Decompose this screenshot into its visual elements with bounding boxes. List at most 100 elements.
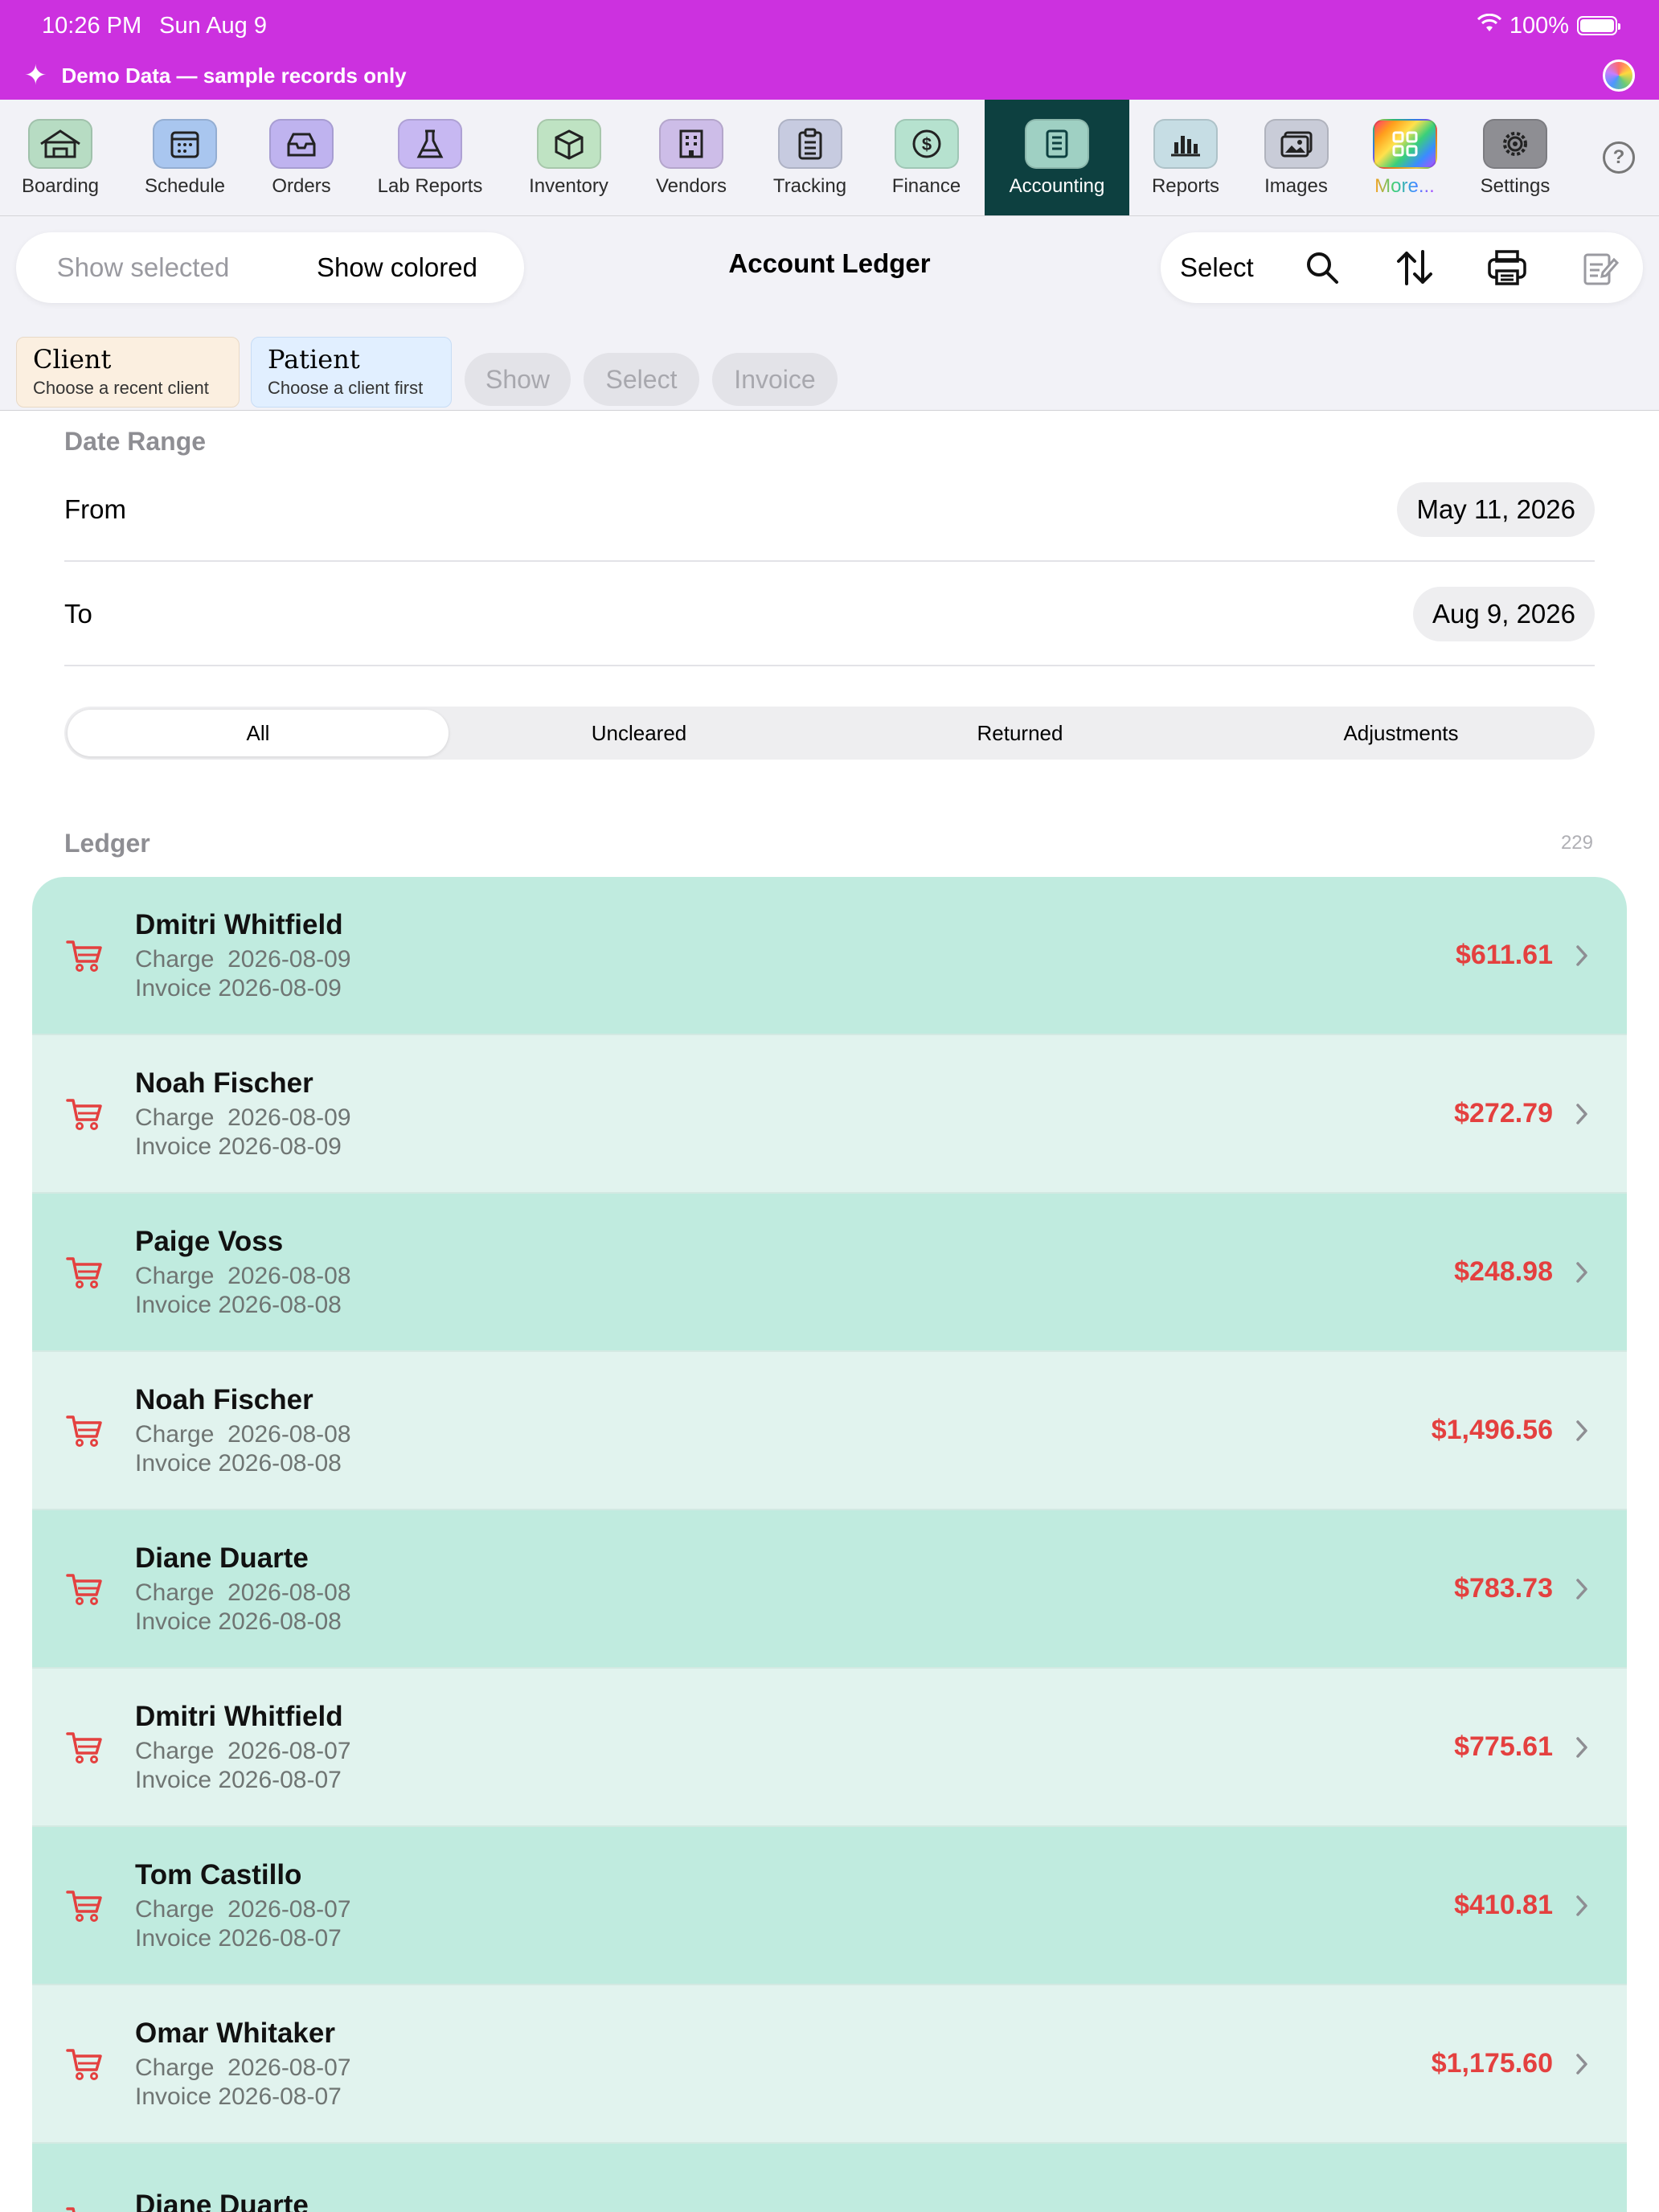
ledger-amount: $611.61 xyxy=(1455,940,1553,970)
tab-label: Settings xyxy=(1480,175,1550,197)
profile-orb-icon[interactable] xyxy=(1603,59,1635,92)
search-icon[interactable] xyxy=(1299,244,1346,292)
ledger-amount: $248.98 xyxy=(1454,1256,1553,1287)
from-row: From May 11, 2026 xyxy=(64,459,1595,562)
tab-lab-reports[interactable]: Lab Reports xyxy=(354,100,506,215)
tab-images[interactable]: Images xyxy=(1242,100,1350,215)
to-date-picker[interactable]: Aug 9, 2026 xyxy=(1413,587,1595,641)
tab-vendors[interactable]: Vendors xyxy=(631,100,752,215)
date-range-label: Date Range xyxy=(64,427,207,456)
show-selected-toggle[interactable]: Show selected xyxy=(16,252,270,283)
status-bar: 10:26 PM Sun Aug 9 100% xyxy=(0,0,1659,51)
ledger-client-name: Omar Whitaker xyxy=(135,2017,335,2049)
tab-schedule[interactable]: Schedule xyxy=(121,100,249,215)
ledger-client-name: Tom Castillo xyxy=(135,1858,302,1890)
select-client-button[interactable]: Select xyxy=(584,353,699,406)
cart-icon xyxy=(64,2202,104,2212)
ledger-row[interactable]: Dmitri Whitfield Charge 2026-08-09 Invoice… xyxy=(32,877,1627,1035)
show-colored-toggle[interactable]: Show colored xyxy=(270,252,524,283)
ledger-charge-line: Charge 2026-08-07 xyxy=(135,2054,351,2082)
tab-label: Finance xyxy=(891,175,961,197)
filter-returned[interactable]: Returned xyxy=(830,710,1210,756)
chevron-right-icon xyxy=(1574,1892,1593,1919)
ledger-date: 2026-08-08 xyxy=(227,1262,351,1289)
tab-reports[interactable]: Reports xyxy=(1129,100,1242,215)
ledger-row[interactable]: Tom Castillo Charge 2026-08-07 Invoice 202… xyxy=(32,1827,1627,1985)
gear-icon xyxy=(1483,119,1547,169)
tab-accounting[interactable]: Accounting xyxy=(985,100,1129,215)
ledger-date: 2026-08-08 xyxy=(227,1579,351,1606)
ledger-row[interactable]: Diane Duarte Charge 2026-08-08 Invoice 202… xyxy=(32,1510,1627,1669)
tab-label: More... xyxy=(1374,175,1435,197)
client-picker[interactable]: Client Choose a recent client xyxy=(16,337,240,408)
ledger-icon xyxy=(1025,119,1089,169)
cart-icon xyxy=(64,2044,104,2084)
from-label: From xyxy=(64,494,126,524)
ledger-charge-line: Charge 2026-08-08 xyxy=(135,1421,351,1448)
ledger-charge-line: Charge 2026-08-09 xyxy=(135,946,351,973)
ledger-filter: All Uncleared Returned Adjustments xyxy=(64,707,1595,760)
ledger-row[interactable]: Omar Whitaker Charge 2026-08-07 Invoice 20… xyxy=(32,1985,1627,2144)
ledger-date: 2026-08-09 xyxy=(227,1104,351,1131)
tab-label: Images xyxy=(1264,175,1328,197)
cart-icon xyxy=(64,1411,104,1451)
from-date-picker[interactable]: May 11, 2026 xyxy=(1397,482,1595,537)
ledger-invoice: Invoice 2026-08-08 xyxy=(135,1291,342,1318)
calendar-icon xyxy=(153,119,217,169)
filter-all[interactable]: All xyxy=(68,710,449,756)
client-picker-title: Client xyxy=(33,344,112,375)
tab-settings[interactable]: Settings xyxy=(1459,100,1571,215)
help-icon[interactable]: ? xyxy=(1603,141,1635,174)
tab-inventory[interactable]: Inventory xyxy=(506,100,631,215)
ledger-type: Charge xyxy=(135,1262,215,1289)
ledger-type: Charge xyxy=(135,1737,215,1764)
clipboard-icon xyxy=(777,119,842,169)
ledger-count: 229 xyxy=(1560,832,1593,854)
to-row: To Aug 9, 2026 xyxy=(64,563,1595,666)
invoice-button[interactable]: Invoice xyxy=(712,353,838,406)
ledger-list: Dmitri Whitfield Charge 2026-08-09 Invoice… xyxy=(32,877,1627,2212)
select-button[interactable]: Select xyxy=(1180,252,1254,283)
cart-icon xyxy=(64,936,104,976)
sort-icon[interactable] xyxy=(1391,244,1439,292)
chevron-right-icon xyxy=(1574,1417,1593,1444)
filter-adjustments[interactable]: Adjustments xyxy=(1210,710,1591,756)
ledger-row[interactable]: Paige Voss Charge 2026-08-08 Invoice 2026-… xyxy=(32,1194,1627,1352)
tray-icon xyxy=(269,119,334,169)
ledger-row-text: Diane Duarte xyxy=(135,2189,309,2212)
chevron-right-icon xyxy=(1574,1734,1593,1761)
battery-icon xyxy=(1577,16,1620,35)
flask-icon xyxy=(398,119,462,169)
tab-boarding[interactable]: Boarding xyxy=(0,100,121,215)
ledger-type: Charge xyxy=(135,1895,215,1923)
ledger-amount: $783.73 xyxy=(1454,1573,1553,1604)
filter-uncleared[interactable]: Uncleared xyxy=(449,710,830,756)
ledger-row-text: Dmitri Whitfield Charge 2026-08-07 Invoice… xyxy=(135,1701,351,1794)
compose-note-icon[interactable] xyxy=(1576,244,1624,292)
tab-more[interactable]: More... xyxy=(1350,100,1459,215)
tab-finance[interactable]: $ Finance xyxy=(868,100,985,215)
show-button[interactable]: Show xyxy=(465,353,571,406)
ledger-charge-line: Charge 2026-08-07 xyxy=(135,1738,351,1765)
ledger-row-text: Diane Duarte Charge 2026-08-08 Invoice 202… xyxy=(135,1542,351,1636)
tab-tracking[interactable]: Tracking xyxy=(752,100,868,215)
ledger-client-name: Dmitri Whitfield xyxy=(135,908,343,940)
dollar-icon: $ xyxy=(894,119,959,169)
cart-icon xyxy=(64,1886,104,1926)
patient-picker[interactable]: Patient Choose a client first xyxy=(251,337,452,408)
bar-chart-icon xyxy=(1153,119,1218,169)
tab-orders[interactable]: Orders xyxy=(249,100,354,215)
ledger-row[interactable]: Noah Fischer Charge 2026-08-08 Invoice 202… xyxy=(32,1352,1627,1510)
ledger-invoice: Invoice 2026-08-09 xyxy=(135,974,342,1002)
ledger-invoice: Invoice 2026-08-08 xyxy=(135,1608,342,1635)
ledger-client-name: Noah Fischer xyxy=(135,1067,313,1099)
print-icon[interactable] xyxy=(1484,244,1531,292)
ledger-row[interactable]: Dmitri Whitfield Charge 2026-08-07 Invoice… xyxy=(32,1669,1627,1827)
ledger-row[interactable]: Noah Fischer Charge 2026-08-09 Invoice 202… xyxy=(32,1035,1627,1194)
wifi-icon xyxy=(1477,13,1501,39)
ledger-client-name: Diane Duarte xyxy=(135,2189,309,2212)
ledger-type: Charge xyxy=(135,1579,215,1606)
tab-label: Boarding xyxy=(21,175,100,197)
ledger-row[interactable]: Diane Duarte xyxy=(32,2144,1627,2212)
ledger-label: Ledger xyxy=(64,829,150,858)
